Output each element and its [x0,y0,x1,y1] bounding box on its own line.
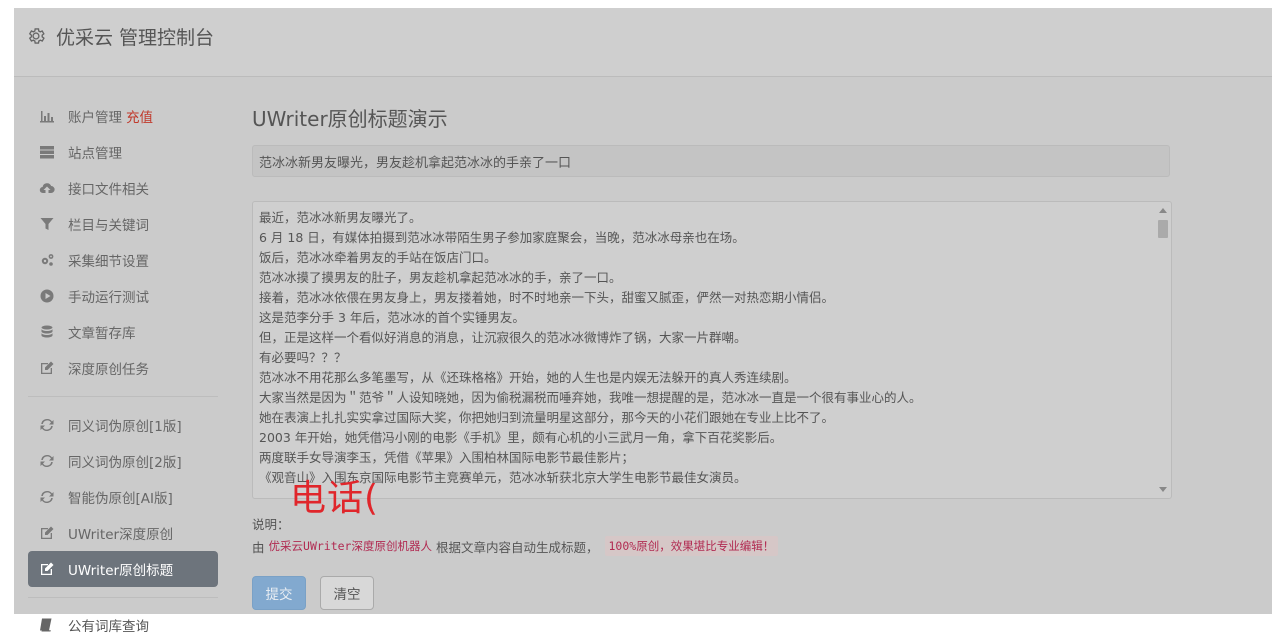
cloud-upload-icon [38,180,56,196]
sidebar-divider [28,597,218,598]
sidebar-item-label: 栏目与关键词 [68,218,149,234]
right-border [1272,0,1286,642]
recharge-link[interactable]: 充值 [126,106,153,126]
sidebar-item-synonym-v2[interactable]: 同义词伪原创[2版] [28,443,218,479]
title-input-value: 范冰冰新男友曝光，男友趁机拿起范冰冰的手亲了一口 [259,155,572,171]
sidebar-item-label: 采集细节设置 [68,254,149,270]
article-textarea[interactable]: 最近，范冰冰新男友曝光了。 6 月 18 日，有媒体拍摄到范冰冰带陌生男子参加家… [252,201,1172,499]
article-line: 有必要吗？？？ [259,350,347,365]
brand-title: 优采云 管理控制台 [56,26,215,49]
article-line: 范冰冰不用花那么多笔墨写，从《还珠格格》开始，她的人生也是内娱无法躲开的真人秀连… [259,370,797,385]
play-circle-icon [38,288,56,304]
sidebar-item-sites[interactable]: 站点管理 [28,134,218,170]
sidebar-item-ai-rewrite[interactable]: 智能伪原创[AI版] [28,479,218,515]
edit-icon [38,360,56,376]
sidebar-item-label: 同义词伪原创[2版] [68,455,182,471]
sidebar-item-label: 账户管理 [68,110,122,126]
article-lines: 最近，范冰冰新男友曝光了。 6 月 18 日，有媒体拍摄到范冰冰带陌生男子参加家… [259,208,1151,488]
cogs-icon [38,252,56,268]
explain-line: 由 优采云UWriter深度原创机器人 根据文章内容自动生成标题， 100%原创… [252,536,779,556]
top-border [0,0,1286,8]
edit-icon [38,525,56,541]
sidebar-item-interface-files[interactable]: 接口文件相关 [28,170,218,206]
refresh-icon [38,453,56,469]
edit-icon [38,561,56,577]
sidebar-divider [28,396,218,397]
sidebar-item-manual-test[interactable]: 手动运行测试 [28,278,218,314]
article-line: 最近，范冰冰新男友曝光了。 [259,210,422,225]
scroll-down-icon[interactable] [1159,487,1167,492]
explain-mid: 根据文章内容自动生成标题， [435,539,599,555]
article-line: 她在表演上扎扎实实拿过国际大奖，你把她归到流量明星这部分，那今天的小花们跟她在专… [259,410,835,425]
scroll-thumb[interactable] [1158,220,1168,238]
sidebar-item-label: UWriter原创标题 [68,563,174,579]
article-line: 2003 年开始，她凭借冯小刚的电影《手机》里，颇有心机的小三武月一角，拿下百花… [259,430,783,445]
article-line: 这是范李分手 3 年后，范冰冰的首个实锤男友。 [259,310,525,325]
sidebar-item-uwriter-title[interactable]: UWriter原创标题 [28,551,218,587]
page-title: UWriter原创标题演示 [252,107,448,131]
sidebar-item-label: 站点管理 [68,146,122,162]
page: 优采云 管理控制台 账户管理 充值 站点管理 接口文件相关 栏目与关键词 采集细… [0,0,1286,642]
sidebar-item-collect-settings[interactable]: 采集细节设置 [28,242,218,278]
sidebar-item-synonym-v1[interactable]: 同义词伪原创[1版] [28,407,218,443]
sidebar-item-article-store[interactable]: 文章暂存库 [28,314,218,350]
database-icon [38,324,56,340]
title-input[interactable]: 范冰冰新男友曝光，男友趁机拿起范冰冰的手亲了一口 [252,145,1170,177]
article-line: 饭后，范冰冰牵着男友的手站在饭店门口。 [259,250,497,265]
gear-icon [28,28,45,44]
sidebar-item-label: 深度原创任务 [68,362,149,378]
article-line: 范冰冰摸了摸男友的肚子，男友趁机拿起范冰冰的手，亲了一口。 [259,270,622,285]
refresh-icon [38,417,56,433]
bar-chart-icon [38,108,56,124]
submit-button[interactable]: 提交 [252,576,306,610]
filter-icon [38,216,56,232]
sidebar-item-label: 同义词伪原创[1版] [68,419,182,435]
sidebar-item-label: 手动运行测试 [68,290,149,306]
top-navbar: 优采云 管理控制台 [14,8,1272,77]
main-content: UWriter原创标题演示 范冰冰新男友曝光，男友趁机拿起范冰冰的手亲了一口 最… [252,98,1172,499]
sidebar-item-public-lexicon[interactable]: 公有词库查询 [38,614,149,636]
article-line: 但，正是这样一个看似好消息的消息，让沉寂很久的范冰冰微博炸了锅，大家一片群嘲。 [259,330,747,345]
explain-prefix: 由 [252,539,265,555]
sidebar: 账户管理 充值 站点管理 接口文件相关 栏目与关键词 采集细节设置 手动运行测试… [28,98,218,608]
sidebar-item-label: 智能伪原创[AI版] [68,491,173,507]
sidebar-item-columns-keywords[interactable]: 栏目与关键词 [28,206,218,242]
server-icon [38,144,56,160]
sidebar-item-label: 文章暂存库 [68,326,136,342]
bottom-border [0,614,1286,642]
scroll-up-icon[interactable] [1159,208,1167,213]
sidebar-item-account[interactable]: 账户管理 充值 [28,98,218,134]
uwriter-robot-link[interactable]: 优采云UWriter深度原创机器人 [265,536,436,556]
article-line: 《观音山》入围东京国际电影节主竞赛单元，范冰冰斩获北京大学生电影节最佳女演员。 [259,470,747,485]
article-line: 接着，范冰冰依偎在男友身上，男友搂着她，时不时地亲一下头，甜蜜又腻歪，俨然一对热… [259,290,835,305]
clear-button[interactable]: 清空 [320,576,374,610]
sidebar-item-uwriter-deep[interactable]: UWriter深度原创 [28,515,218,551]
watermark-text: 电话( [290,478,380,519]
sidebar-item-label: 公有词库查询 [68,619,149,635]
sidebar-item-label: 接口文件相关 [68,182,149,198]
explain-label: 说明： [252,517,290,532]
article-line: 6 月 18 日，有媒体拍摄到范冰冰带陌生男子参加家庭聚会，当晚，范冰冰母亲也在… [259,230,745,245]
brand[interactable]: 优采云 管理控制台 [26,24,215,49]
book-icon [40,618,52,632]
highlight-badge: 100%原创，效果堪比专业编辑！ [604,536,779,556]
article-line: 大家当然是因为＂范爷＂人设知晓她，因为偷税漏税而唾弃她，我唯一想提醒的是，范冰冰… [259,390,922,405]
textarea-scrollbar[interactable] [1155,202,1171,498]
sidebar-item-deep-original-tasks[interactable]: 深度原创任务 [28,350,218,386]
article-line: 两度联手女导演李玉，凭借《苹果》入围柏林国际电影节最佳影片； [259,450,635,465]
refresh-icon [38,489,56,505]
sidebar-item-label: UWriter深度原创 [68,527,174,543]
